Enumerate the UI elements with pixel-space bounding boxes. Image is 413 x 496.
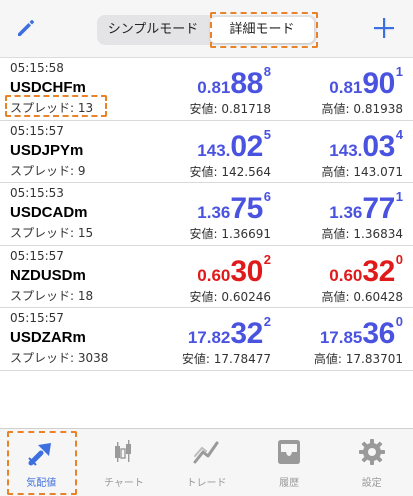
bid-price[interactable]: 0.60 30 2: [197, 251, 271, 287]
bid-price-fraction: 5: [263, 126, 271, 142]
quote-time: 05:15:57: [10, 248, 64, 263]
bid-price-prefix: 1.36: [197, 203, 231, 223]
bid-price[interactable]: 143. 02 5: [197, 126, 271, 162]
quote-high: 高値: 0.81938: [321, 102, 403, 116]
bid-price-fraction: 2: [263, 251, 271, 267]
quote-time: 05:15:57: [10, 123, 64, 138]
quote-spread: スプレッド: 3038: [10, 351, 109, 366]
ask-price[interactable]: 0.81 90 1: [329, 63, 403, 99]
ask-price-fraction: 1: [395, 64, 403, 79]
gear-icon: [358, 439, 385, 465]
ask-price-pips: 90: [362, 67, 395, 100]
bid-price-pips: 88: [230, 67, 263, 100]
quote-time: 05:15:57: [10, 311, 64, 326]
bid-price-fraction: 6: [263, 189, 271, 205]
quote-low: 安値: 17.78477: [181, 352, 271, 367]
bid-price-pips: 30: [230, 254, 263, 288]
ask-price-pips: 36: [362, 317, 395, 351]
candlestick-icon: [114, 440, 131, 462]
ask-price-pips: 77: [362, 192, 395, 226]
bottom-tab-bar: 気配値 チャート トレード 履歴 設定: [0, 428, 413, 496]
bid-price-pips: 75: [230, 192, 263, 226]
quote-list: 05:15:58 USDCHFm スプレッド: 13 0.81 88 8 0.8…: [0, 58, 413, 371]
ask-price[interactable]: 143. 03 4: [329, 126, 403, 162]
ask-price-prefix: 0.60: [329, 265, 363, 285]
tab-quotes-label: 気配値: [26, 478, 57, 489]
quote-low: 安値: 0.60246: [189, 289, 271, 304]
tab-trade[interactable]: トレード: [165, 429, 248, 496]
quote-spread: スプレッド: 9: [10, 163, 86, 178]
bid-price[interactable]: 1.36 75 6: [197, 188, 271, 224]
quote-high: 高値: 143.071: [321, 164, 403, 179]
quote-time: 05:15:53: [10, 186, 64, 201]
tab-settings-label: 設定: [361, 478, 382, 489]
quote-high: 高値: 0.60428: [321, 289, 403, 304]
edit-button[interactable]: [14, 16, 38, 40]
ask-price-fraction: 1: [395, 189, 403, 205]
tab-history[interactable]: 履歴: [248, 429, 331, 496]
ask-price[interactable]: 17.85 36 0: [320, 313, 403, 349]
ask-price[interactable]: 1.36 77 1: [329, 188, 403, 224]
ask-price-prefix: 17.85: [319, 328, 363, 348]
quote-spread: スプレッド: 13: [10, 101, 94, 115]
bid-price[interactable]: 17.82 32 2: [188, 313, 271, 349]
tab-simple-mode[interactable]: シンプルモード: [97, 15, 209, 45]
quote-time: 05:15:58: [10, 61, 64, 75]
quote-row[interactable]: 05:15:57 USDZARm スプレッド: 3038 17.82 32 2 …: [0, 308, 413, 371]
quote-high: 高値: 17.83701: [313, 352, 403, 367]
bid-price-prefix: 0.60: [197, 265, 231, 285]
mode-segmented-control: シンプルモード 詳細モード: [97, 15, 317, 45]
quote-low: 安値: 142.564: [189, 164, 271, 179]
tab-trade-label: トレード: [186, 478, 227, 489]
bid-price-fraction: 2: [263, 314, 271, 330]
add-symbol-button[interactable]: [371, 15, 397, 41]
quote-row[interactable]: 05:15:53 USDCADm スプレッド: 15 1.36 75 6 1.3…: [0, 183, 413, 246]
tab-history-label: 履歴: [279, 478, 300, 489]
bid-price-pips: 02: [230, 129, 263, 163]
ask-price-fraction: 0: [395, 314, 403, 330]
tab-quotes[interactable]: 気配値: [0, 429, 83, 496]
bid-price[interactable]: 0.81 88 8: [197, 63, 271, 99]
quote-symbol: USDCADm: [10, 204, 88, 222]
tab-chart[interactable]: チャート: [83, 429, 166, 496]
quote-high: 高値: 1.36834: [321, 227, 403, 242]
quote-row[interactable]: 05:15:57 NZDUSDm スプレッド: 18 0.60 30 2 0.6…: [0, 246, 413, 309]
quote-symbol: USDJPYm: [10, 141, 84, 159]
ask-price-prefix: 143.: [329, 140, 363, 160]
quote-low: 安値: 0.81718: [189, 102, 271, 116]
bid-price-prefix: 17.82: [187, 328, 231, 348]
quote-spread: スプレッド: 15: [10, 226, 94, 241]
quote-symbol: NZDUSDm: [10, 266, 86, 284]
ask-price-prefix: 0.81: [329, 78, 363, 97]
top-bar: シンプルモード 詳細モード: [0, 0, 413, 58]
tab-detail-mode[interactable]: 詳細モード: [210, 17, 314, 43]
ask-price-prefix: 1.36: [329, 203, 363, 223]
bid-price-prefix: 0.81: [197, 78, 231, 97]
quote-spread: スプレッド: 18: [10, 288, 94, 303]
plus-icon: [374, 18, 394, 38]
bid-price-fraction: 8: [263, 64, 271, 79]
quotes-arrow-icon: [28, 443, 52, 466]
ask-price-fraction: 4: [395, 126, 403, 142]
bid-price-prefix: 143.: [197, 140, 231, 160]
quote-row[interactable]: 05:15:58 USDCHFm スプレッド: 13 0.81 88 8 0.8…: [0, 58, 413, 121]
ask-price-pips: 03: [362, 129, 395, 163]
ask-price-fraction: 0: [395, 251, 403, 267]
inbox-tray-icon: [278, 440, 301, 464]
quote-low: 安値: 1.36691: [189, 227, 271, 242]
pencil-icon: [18, 20, 34, 36]
quote-row[interactable]: 05:15:57 USDJPYm スプレッド: 9 143. 02 5 143.…: [0, 121, 413, 184]
trade-chart-icon: [193, 441, 219, 464]
bid-price-pips: 32: [230, 317, 263, 351]
quote-symbol: USDCHFm: [10, 79, 86, 96]
tab-chart-label: チャート: [103, 478, 144, 489]
ask-price[interactable]: 0.60 32 0: [329, 251, 403, 287]
quote-symbol: USDZARm: [10, 329, 86, 347]
ask-price-pips: 32: [362, 254, 395, 288]
tab-settings[interactable]: 設定: [330, 429, 413, 496]
